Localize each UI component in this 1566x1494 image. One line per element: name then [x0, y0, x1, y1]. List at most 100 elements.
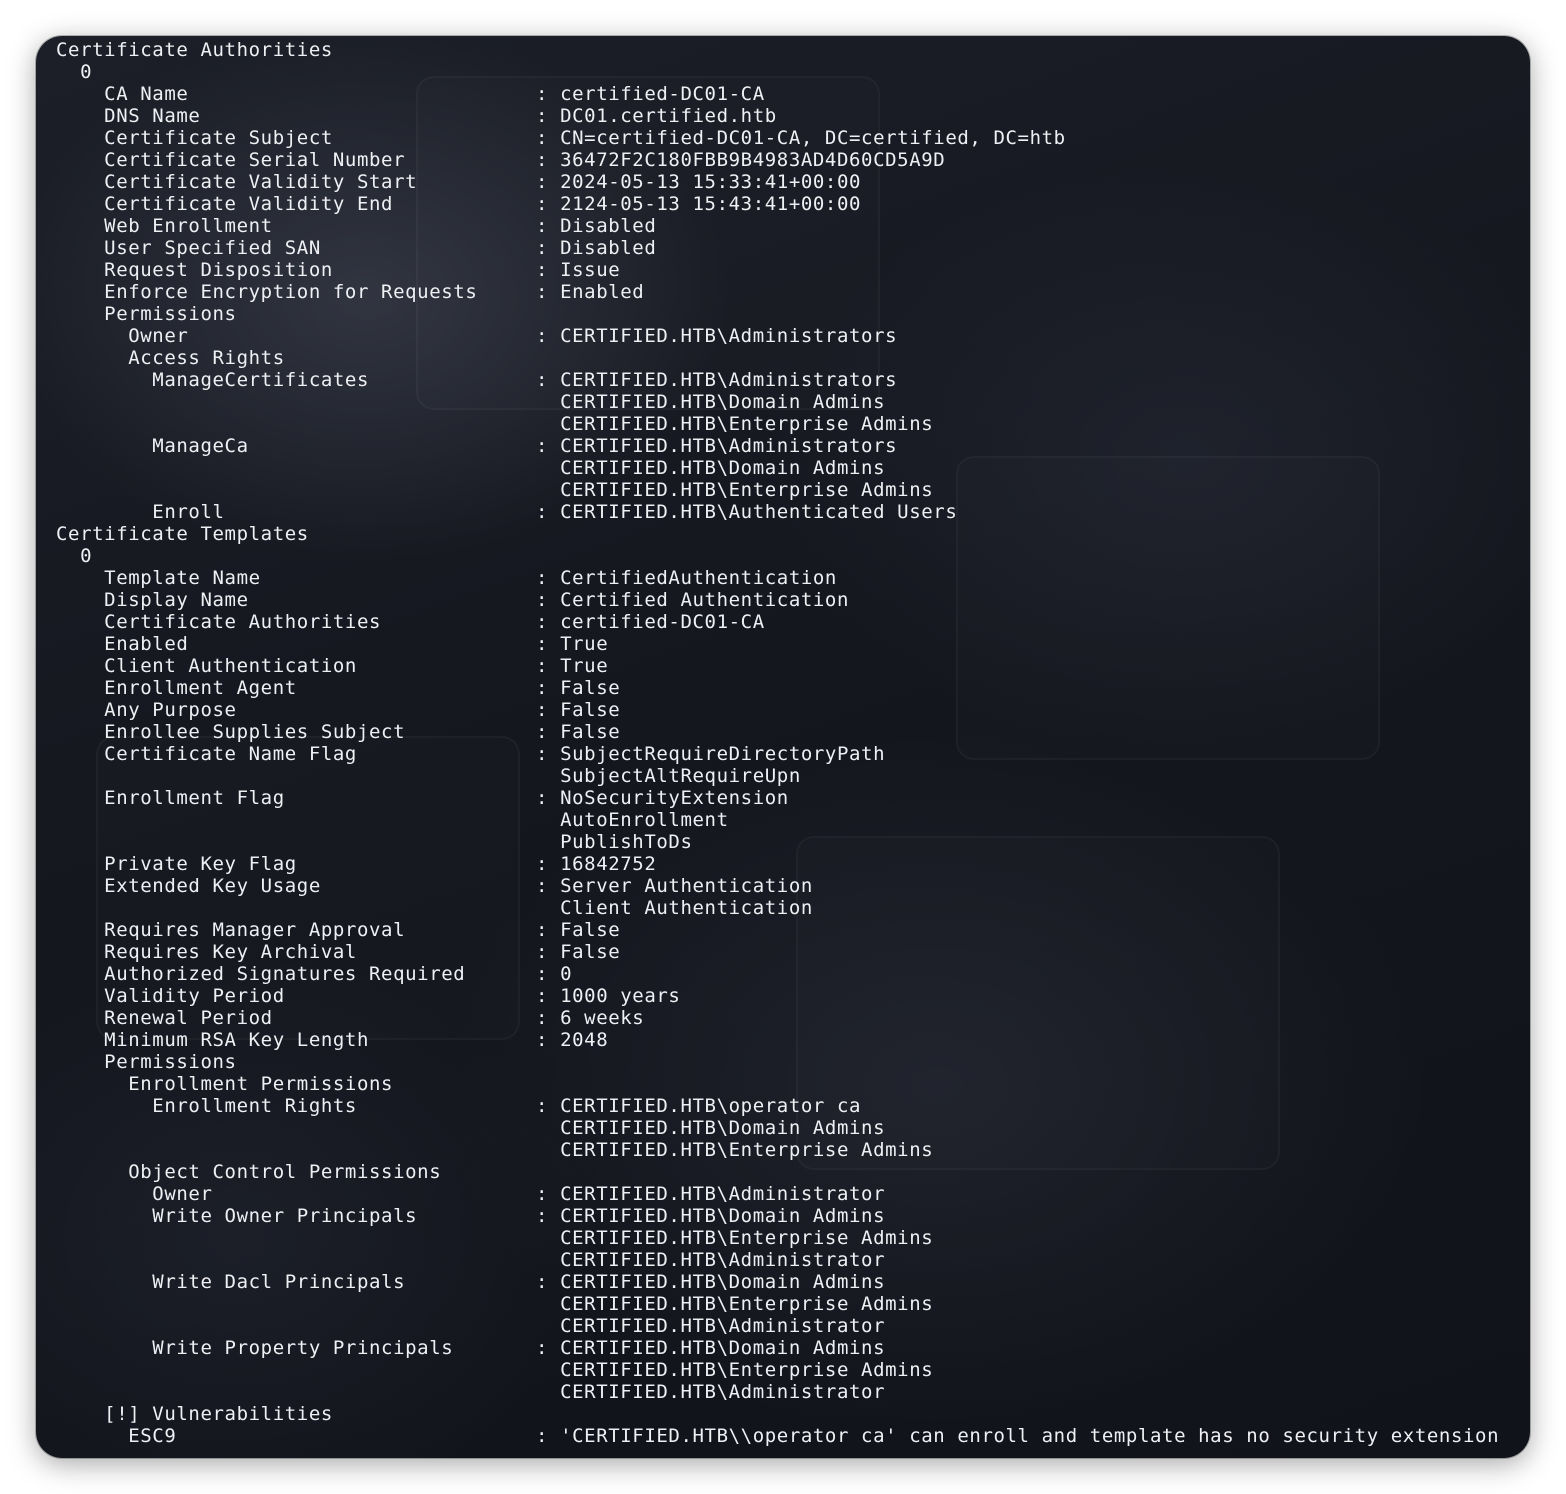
- terminal-line: Certificate Name Flag : SubjectRequireDir…: [56, 743, 1499, 765]
- field-label: Write Property Principals: [56, 1337, 454, 1359]
- field-label: Certificate Subject: [56, 127, 333, 149]
- terminal-line: AutoEnrollment: [56, 809, 1499, 831]
- field-value: : False: [536, 919, 621, 941]
- terminal-line: ManageCertificates : CERTIFIED.HTB\Admini…: [56, 369, 1499, 391]
- terminal-line: Private Key Flag : 16842752: [56, 853, 1499, 875]
- field-label: Private Key Flag: [56, 853, 297, 875]
- field-label: Enrollment Flag: [56, 787, 285, 809]
- field-value: : Server Authentication: [536, 875, 813, 897]
- field-value: CERTIFIED.HTB\Enterprise Admins: [536, 1359, 934, 1381]
- terminal-line: SubjectAltRequireUpn: [56, 765, 1499, 787]
- field-value: : Disabled: [536, 215, 657, 237]
- field-value: : certified-DC01-CA: [536, 611, 765, 633]
- field-value: : Enabled: [536, 281, 645, 303]
- field-label: 0: [56, 61, 93, 83]
- terminal-line: Renewal Period : 6 weeks: [56, 1007, 1499, 1029]
- terminal-line: Display Name: Certified Authentication: [56, 589, 1499, 611]
- terminal-line: Certificate Subject : CN=certified-DC01-C…: [56, 127, 1499, 149]
- field-label: Enrollment Permissions: [56, 1073, 394, 1095]
- field-value: : SubjectRequireDirectoryPath: [536, 743, 886, 765]
- field-value: : CERTIFIED.HTB\operator ca: [536, 1095, 862, 1117]
- terminal-line: Certificate Templates: [56, 523, 1499, 545]
- field-value: CERTIFIED.HTB\Enterprise Admins: [536, 1293, 934, 1315]
- terminal-line: 0: [56, 545, 1499, 567]
- terminal-line: ESC9: 'CERTIFIED.HTB\\operator ca' can e…: [56, 1425, 1499, 1447]
- field-label: Certificate Authorities: [56, 39, 333, 61]
- field-label: User Specified SAN: [56, 237, 321, 259]
- field-label: ManageCertificates: [56, 369, 370, 391]
- field-label: Enroll: [56, 501, 225, 523]
- field-label: Client Authentication: [56, 655, 357, 677]
- terminal-line: Enrollment Rights : CERTIFIED.HTB\operato…: [56, 1095, 1499, 1117]
- terminal-line: Extended Key Usage : Server Authenticatio…: [56, 875, 1499, 897]
- field-value: : CertifiedAuthentication: [536, 567, 837, 589]
- terminal-line: PublishToDs: [56, 831, 1499, 853]
- field-value: : CERTIFIED.HTB\Domain Admins: [536, 1271, 886, 1293]
- field-value: : 'CERTIFIED.HTB\\operator ca' can enrol…: [536, 1425, 1500, 1447]
- terminal-line: CERTIFIED.HTB\Domain Admins: [56, 457, 1499, 479]
- field-label: Certificate Validity End: [56, 193, 394, 215]
- field-label: Enrollment Agent: [56, 677, 297, 699]
- terminal-line: Client Authentication: True: [56, 655, 1499, 677]
- field-label: Display Name: [56, 589, 249, 611]
- field-label: Renewal Period: [56, 1007, 273, 1029]
- field-value: : 1000 years: [536, 985, 681, 1007]
- field-label: ManageCa: [56, 435, 249, 457]
- terminal-line: Any Purpose: False: [56, 699, 1499, 721]
- field-value: : 36472F2C180FBB9B4983AD4D60CD5A9D: [536, 149, 946, 171]
- field-value: CERTIFIED.HTB\Administrator: [536, 1249, 886, 1271]
- field-label: CA Name: [56, 83, 189, 105]
- field-value: : False: [536, 721, 621, 743]
- terminal-line: CERTIFIED.HTB\Enterprise Admins: [56, 1359, 1499, 1381]
- terminal-line: Write Property Principals: CERTIFIED.HTB…: [56, 1337, 1499, 1359]
- field-label: Access Rights: [56, 347, 285, 369]
- terminal-line: Certificate Serial Number : 36472F2C180FB…: [56, 149, 1499, 171]
- terminal-line: Web Enrollment: Disabled: [56, 215, 1499, 237]
- field-label: Certificate Name Flag: [56, 743, 357, 765]
- field-value: : certified-DC01-CA: [536, 83, 765, 105]
- field-value: CERTIFIED.HTB\Enterprise Admins: [536, 1227, 934, 1249]
- terminal-line: Certificate Authorities : certified-DC01-…: [56, 611, 1499, 633]
- field-value: CERTIFIED.HTB\Domain Admins: [536, 457, 886, 479]
- terminal-window[interactable]: Certificate Authorities 0 CA Name : certi…: [36, 36, 1530, 1458]
- field-value: CERTIFIED.HTB\Enterprise Admins: [536, 1139, 934, 1161]
- field-value: CERTIFIED.HTB\Administrator: [536, 1315, 886, 1337]
- field-value: CERTIFIED.HTB\Enterprise Admins: [536, 413, 934, 435]
- terminal-line: Request Disposition: Issue: [56, 259, 1499, 281]
- terminal-line: CERTIFIED.HTB\Administrator: [56, 1381, 1499, 1403]
- field-value: : 6 weeks: [536, 1007, 645, 1029]
- terminal-line: Certificate Validity Start: 2024-05-13 1…: [56, 171, 1499, 193]
- terminal-line: Enrollment Flag : NoSecurityExtension: [56, 787, 1499, 809]
- field-label: Write Owner Principals: [56, 1205, 418, 1227]
- field-label: Certificate Authorities: [56, 611, 382, 633]
- terminal-line: Permissions: [56, 1051, 1499, 1073]
- field-label: Enrollee Supplies Subject: [56, 721, 406, 743]
- terminal-line: Enrollment Permissions: [56, 1073, 1499, 1095]
- field-value: : Disabled: [536, 237, 657, 259]
- terminal-line: 0: [56, 61, 1499, 83]
- field-value: : CN=certified-DC01-CA, DC=certified, DC…: [536, 127, 1066, 149]
- terminal-line: Permissions: [56, 303, 1499, 325]
- field-value: : 2024-05-13 15:33:41+00:00: [536, 171, 862, 193]
- field-value: : Issue: [536, 259, 621, 281]
- terminal-line: Write Dacl Principals: CERTIFIED.HTB\Dom…: [56, 1271, 1499, 1293]
- field-label: Enrollment Rights: [56, 1095, 357, 1117]
- terminal-output[interactable]: Certificate Authorities 0 CA Name : certi…: [56, 39, 1499, 1447]
- field-label: 0: [56, 545, 93, 567]
- field-value: : CERTIFIED.HTB\Administrators: [536, 369, 898, 391]
- field-label: Extended Key Usage: [56, 875, 321, 897]
- field-label: Enabled: [56, 633, 189, 655]
- field-value: : 16842752: [536, 853, 657, 875]
- field-value: : NoSecurityExtension: [536, 787, 789, 809]
- terminal-line: Access Rights: [56, 347, 1499, 369]
- field-label: Object Control Permissions: [56, 1161, 442, 1183]
- terminal-line: CERTIFIED.HTB\Enterprise Admins: [56, 413, 1499, 435]
- field-label: Certificate Serial Number: [56, 149, 406, 171]
- terminal-line: CERTIFIED.HTB\Administrator: [56, 1249, 1499, 1271]
- field-value: : CERTIFIED.HTB\Administrator: [536, 1183, 886, 1205]
- terminal-line: CERTIFIED.HTB\Enterprise Admins: [56, 1227, 1499, 1249]
- terminal-line: Owner : CERTIFIED.HTB\Administrator: [56, 1183, 1499, 1205]
- field-label: Any Purpose: [56, 699, 237, 721]
- field-label: Owner: [56, 1183, 213, 1205]
- field-value: : CERTIFIED.HTB\Authenticated Users: [536, 501, 958, 523]
